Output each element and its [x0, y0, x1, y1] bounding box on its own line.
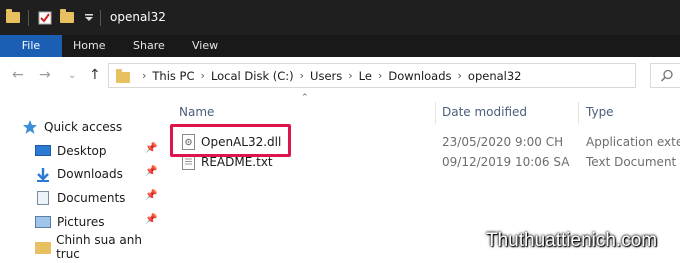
pin-icon[interactable]: 📌 — [145, 166, 157, 177]
tab-file[interactable]: File — [0, 35, 62, 57]
properties-icon[interactable] — [38, 0, 52, 35]
column-header-date-modified[interactable]: Date modified — [442, 94, 527, 130]
title-bar: openal32 — [0, 0, 680, 35]
back-icon[interactable]: ← — [12, 57, 24, 94]
file-type: Text Document — [586, 155, 677, 169]
search-icon — [660, 69, 673, 82]
up-icon[interactable]: ↑ — [89, 57, 101, 94]
customize-quick-access-icon[interactable] — [84, 0, 94, 35]
tab-home[interactable]: Home — [73, 35, 105, 57]
highlight-box — [170, 124, 291, 157]
nav-item-chinh-sua-anh-truc[interactable]: Chinh sua anh truc — [35, 233, 163, 261]
file-type: Application exten — [586, 135, 680, 149]
nav-item-pictures[interactable]: Pictures — [35, 212, 105, 232]
pin-icon[interactable]: 📌 — [145, 143, 157, 154]
pin-icon[interactable]: 📌 — [145, 190, 157, 201]
recent-locations-icon[interactable]: ⌄ — [68, 57, 76, 94]
folder-icon — [6, 0, 20, 35]
column-header-type[interactable]: Type — [586, 94, 614, 130]
file-date: 09/12/2019 10:06 SA — [442, 155, 570, 169]
watermark: Thuthuattienich.com — [486, 230, 658, 251]
chevron-right-icon[interactable]: › — [378, 69, 382, 82]
file-date: 23/05/2020 9:00 CH — [442, 135, 564, 149]
crumb-this-pc[interactable]: This PC — [152, 69, 194, 83]
folder-icon — [35, 240, 51, 254]
download-icon — [35, 167, 51, 182]
nav-item-desktop[interactable]: Desktop — [35, 141, 107, 161]
crumb-local-disk[interactable]: Local Disk (C:) — [211, 69, 294, 83]
chevron-right-icon[interactable]: › — [201, 69, 205, 82]
nav-label: Quick access — [44, 120, 123, 134]
nav-label: Desktop — [57, 144, 107, 158]
column-divider[interactable] — [578, 102, 579, 124]
crumb-openal32[interactable]: openal32 — [468, 69, 522, 83]
documents-icon — [35, 191, 51, 205]
nav-item-documents[interactable]: Documents — [35, 188, 125, 208]
chevron-right-icon[interactable]: › — [458, 69, 462, 82]
tab-view[interactable]: View — [192, 35, 218, 57]
address-row: ← → ⌄ ↑ › This PC › Local Disk (C:) › Us… — [0, 57, 680, 94]
pin-icon[interactable]: 📌 — [145, 214, 157, 225]
pictures-icon — [35, 215, 51, 229]
search-box[interactable] — [650, 63, 680, 88]
desktop-icon — [35, 144, 51, 158]
navigation-pane: Quick access Desktop 📌 Downloads 📌 Docum… — [0, 94, 163, 263]
folder-icon — [116, 68, 130, 83]
nav-label: Chinh sua anh truc — [56, 233, 142, 261]
tab-share[interactable]: Share — [133, 35, 165, 57]
nav-quick-access[interactable]: Quick access — [22, 117, 122, 137]
forward-icon[interactable]: → — [39, 57, 51, 94]
chevron-right-icon[interactable]: › — [142, 69, 146, 82]
separator — [100, 0, 101, 35]
nav-item-downloads[interactable]: Downloads — [35, 164, 123, 184]
chevron-right-icon[interactable]: › — [300, 69, 304, 82]
window-title: openal32 — [110, 10, 166, 24]
column-divider[interactable] — [435, 102, 436, 124]
nav-label: Pictures — [57, 215, 105, 229]
crumb-le[interactable]: Le — [359, 69, 372, 83]
crumb-users[interactable]: Users — [310, 69, 342, 83]
sort-ascending-icon: ⌃ — [301, 93, 309, 103]
chevron-right-icon[interactable]: › — [348, 69, 352, 82]
nav-label: Downloads — [57, 167, 123, 181]
separator — [28, 0, 29, 35]
ribbon-tabs: File Home Share View — [0, 35, 680, 57]
new-folder-icon[interactable] — [60, 0, 74, 35]
star-icon — [23, 120, 37, 134]
address-bar[interactable]: › This PC › Local Disk (C:) › Users › Le… — [108, 63, 636, 88]
crumb-downloads[interactable]: Downloads — [388, 69, 451, 83]
nav-label: Documents — [57, 191, 126, 205]
